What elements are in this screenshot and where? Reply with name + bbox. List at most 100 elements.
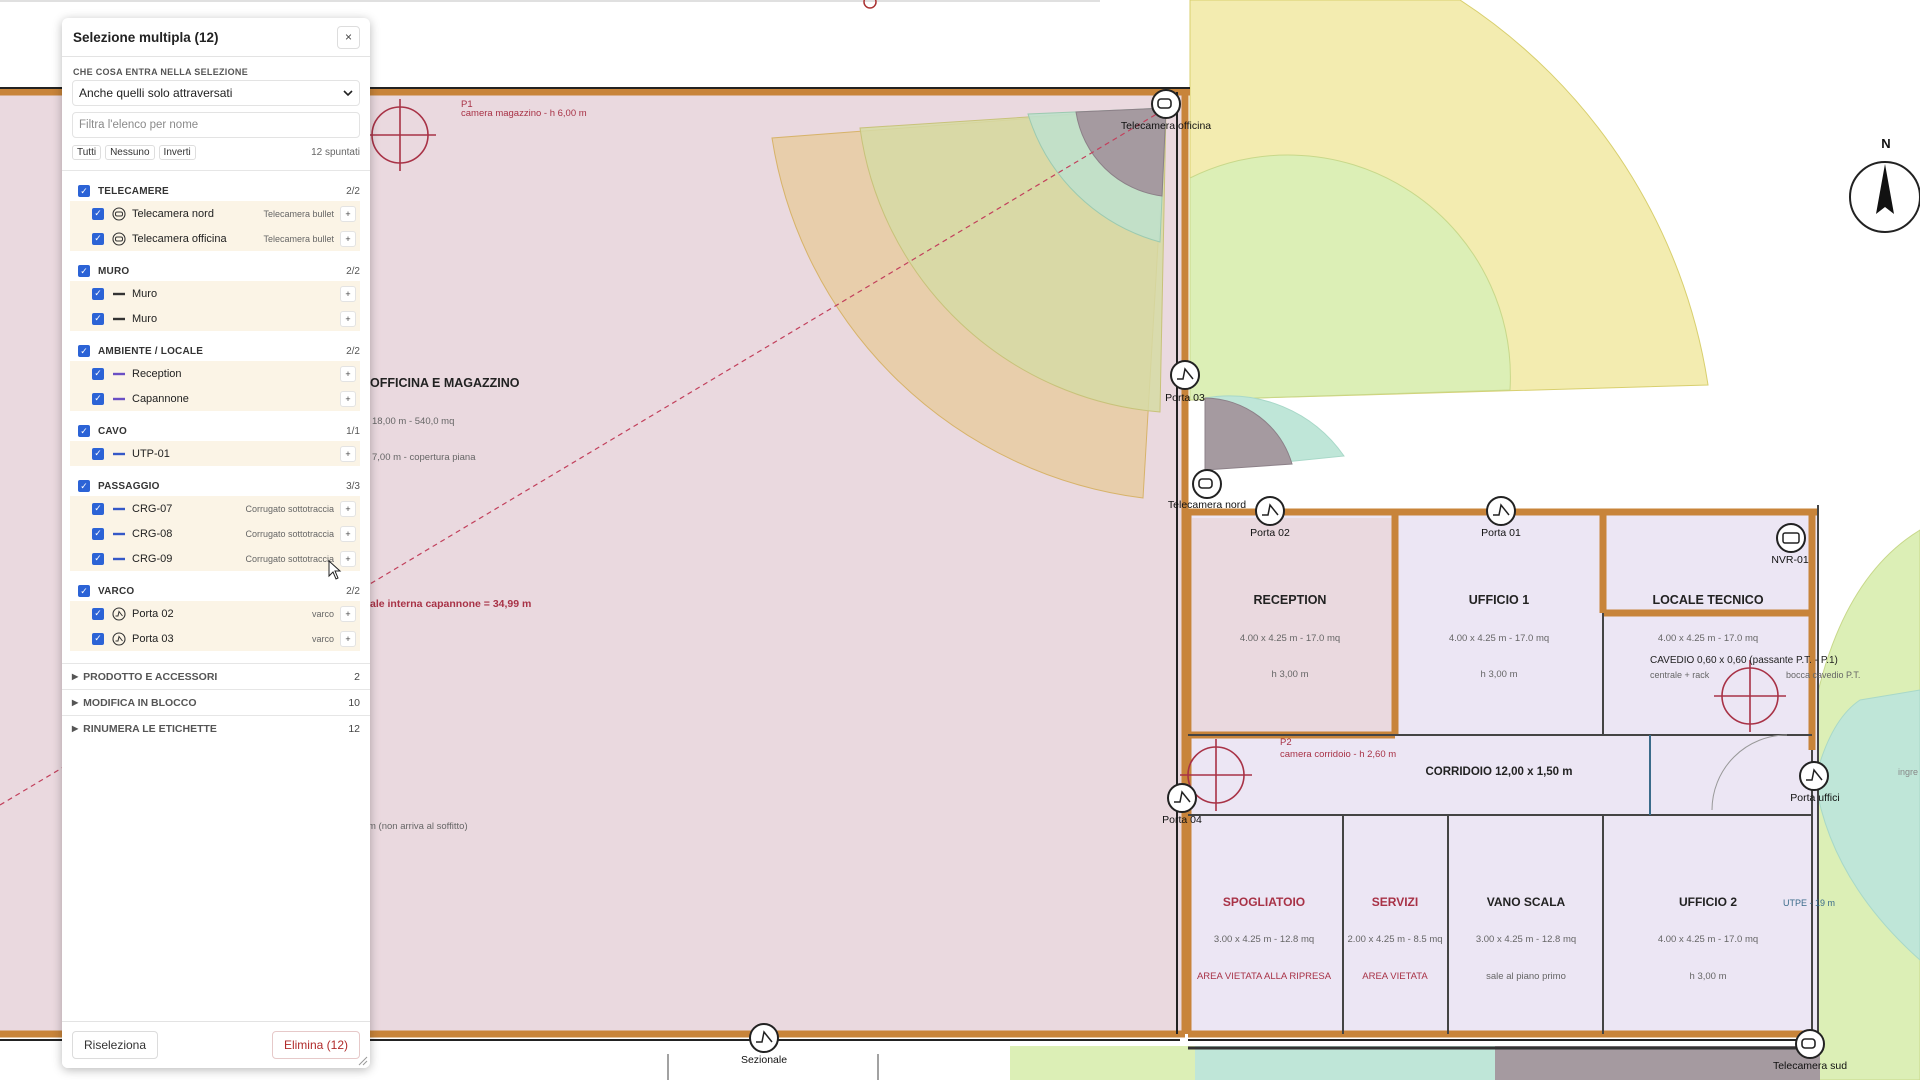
item-action-button[interactable]: + bbox=[340, 445, 356, 462]
list-item[interactable]: ✓ CRG-08 Corrugato sottotraccia + bbox=[70, 521, 360, 546]
group-checkbox[interactable]: ✓ bbox=[78, 345, 90, 357]
section-modifica-in-blocco[interactable]: ▶ MODIFICA IN BLOCCO 10 bbox=[62, 689, 370, 715]
item-checkbox[interactable]: ✓ bbox=[92, 632, 104, 645]
item-type: varco bbox=[311, 608, 334, 619]
item-action-button[interactable]: + bbox=[340, 285, 356, 302]
expand-triangle-icon: ▶ bbox=[72, 672, 79, 681]
item-checkbox[interactable]: ✓ bbox=[92, 207, 104, 220]
item-checkbox[interactable]: ✓ bbox=[92, 312, 104, 325]
cavedio-sub-label: centrale + rack bbox=[1650, 670, 1710, 680]
room-line-icon bbox=[112, 367, 126, 381]
item-action-button[interactable]: + bbox=[340, 205, 356, 222]
list-item[interactable]: ✓ Muro + bbox=[70, 306, 360, 331]
group-header[interactable]: ✓ TELECAMERE 2/2 bbox=[62, 181, 370, 201]
item-checkbox[interactable]: ✓ bbox=[92, 367, 104, 380]
list-item[interactable]: ✓ Telecamera nord Telecamera bullet + bbox=[70, 201, 360, 226]
item-action-button[interactable]: + bbox=[340, 365, 356, 382]
group-name: TELECAMERE bbox=[98, 185, 169, 197]
camera-corridoio-note: camera corridoio - h 2,60 m bbox=[1280, 749, 1396, 760]
item-checkbox[interactable]: ✓ bbox=[92, 502, 104, 515]
group-checkbox[interactable]: ✓ bbox=[78, 425, 90, 437]
item-action-button[interactable]: + bbox=[340, 605, 356, 622]
list-item[interactable]: ✓ Muro + bbox=[70, 281, 360, 306]
room-dims-locale-tecnico: 4.00 x 4.25 m - 17.0 mq bbox=[1658, 633, 1758, 644]
section-rinumera-le-etichette[interactable]: ▶ RINUMERA LE ETICHETTE 12 bbox=[62, 715, 370, 741]
item-action-button[interactable]: + bbox=[340, 630, 356, 647]
resize-handle-icon[interactable] bbox=[358, 1056, 368, 1066]
item-checkbox[interactable]: ✓ bbox=[92, 392, 104, 405]
room-label-spogliatoio: SPOGLIATOIO bbox=[1223, 895, 1305, 909]
group-header[interactable]: ✓ AMBIENTE / LOCALE 2/2 bbox=[62, 341, 370, 361]
list-item[interactable]: ✓ Porta 02 varco + bbox=[70, 601, 360, 626]
filter-input[interactable]: Filtra l'elenco per nome bbox=[72, 112, 360, 138]
room-line-icon bbox=[112, 392, 126, 406]
group-checkbox[interactable]: ✓ bbox=[78, 185, 90, 197]
item-label: Capannone bbox=[132, 392, 189, 405]
cavedio-side-label: bocca cavedio P.T. bbox=[1786, 670, 1860, 680]
conduit-line-icon bbox=[112, 552, 126, 566]
item-checkbox[interactable]: ✓ bbox=[92, 232, 104, 245]
item-type: Telecamera bullet bbox=[263, 233, 334, 244]
item-action-button[interactable]: + bbox=[340, 310, 356, 327]
group-header[interactable]: ✓ MURO 2/2 bbox=[62, 261, 370, 281]
group-header[interactable]: ✓ PASSAGGIO 3/3 bbox=[62, 476, 370, 496]
item-label: Porta 02 bbox=[132, 607, 174, 620]
item-action-button[interactable]: + bbox=[340, 550, 356, 567]
panel-footer: Riseleziona Elimina (12) bbox=[62, 1021, 370, 1068]
section-label: MODIFICA IN BLOCCO bbox=[83, 696, 197, 709]
reselect-button[interactable]: Riseleziona bbox=[72, 1031, 159, 1059]
list-item[interactable]: ✓ UTP-01 + bbox=[70, 441, 360, 466]
group-checkbox[interactable]: ✓ bbox=[78, 265, 90, 277]
room-label-ufficio1: UFFICIO 1 bbox=[1469, 593, 1529, 607]
section-prodotto-e-accessori[interactable]: ▶ PRODOTTO E ACCESSORI 2 bbox=[62, 663, 370, 689]
item-label: CRG-08 bbox=[132, 527, 173, 540]
group-varco: ✓ VARCO 2/2 ✓ Porta 02 varco + ✓ Porta 03 varco + bbox=[62, 581, 370, 651]
conduit-line-icon bbox=[112, 502, 126, 516]
room-note-ufficio1: h 3,00 m bbox=[1481, 669, 1518, 680]
item-checkbox[interactable]: ✓ bbox=[92, 607, 104, 620]
list-item[interactable]: ✓ Telecamera officina Telecamera bullet + bbox=[70, 226, 360, 251]
door-porta-uffici-label: Porta uffici bbox=[1790, 792, 1839, 804]
select-all-button[interactable]: Tutti bbox=[72, 145, 102, 160]
room-label-vano-scala: VANO SCALA bbox=[1487, 895, 1566, 909]
section-label: PRODOTTO E ACCESSORI bbox=[83, 670, 218, 683]
item-label: Telecamera officina bbox=[132, 232, 227, 245]
room-note-ufficio2: h 3,00 m bbox=[1690, 971, 1727, 982]
group-name: CAVO bbox=[98, 425, 127, 437]
item-action-button[interactable]: + bbox=[340, 525, 356, 542]
list-item[interactable]: ✓ Capannone + bbox=[70, 386, 360, 411]
item-checkbox[interactable]: ✓ bbox=[92, 527, 104, 540]
close-button[interactable]: × bbox=[337, 25, 360, 49]
select-none-button[interactable]: Nessuno bbox=[105, 145, 155, 160]
room-note-spogliatoio: AREA VIETATA ALLA RIPRESA bbox=[1197, 971, 1332, 982]
item-checkbox[interactable]: ✓ bbox=[92, 447, 104, 460]
list-item[interactable]: ✓ Porta 03 varco + bbox=[70, 626, 360, 651]
room-dims-reception: 4.00 x 4.25 m - 17.0 mq bbox=[1240, 633, 1340, 644]
list-item[interactable]: ✓ Reception + bbox=[70, 361, 360, 386]
item-label: Telecamera nord bbox=[132, 207, 214, 220]
item-checkbox[interactable]: ✓ bbox=[92, 552, 104, 565]
room-label-servizi: SERVIZI bbox=[1372, 895, 1418, 909]
group-count: 2/2 bbox=[346, 585, 360, 597]
door-icon bbox=[112, 631, 126, 646]
list-item[interactable]: ✓ CRG-09 Corrugato sottotraccia + bbox=[70, 546, 360, 571]
item-checkbox[interactable]: ✓ bbox=[92, 287, 104, 300]
camera-officina-label: Telecamera officina bbox=[1121, 120, 1211, 132]
delete-button[interactable]: Elimina (12) bbox=[271, 1031, 360, 1059]
camera-magazzino-note: camera magazzino - h 6,00 m bbox=[461, 108, 587, 119]
group-checkbox[interactable]: ✓ bbox=[78, 585, 90, 597]
selection-mode-select[interactable]: Anche quelli solo attraversati bbox=[72, 80, 360, 106]
item-action-button[interactable]: + bbox=[340, 500, 356, 517]
item-action-button[interactable]: + bbox=[340, 230, 356, 247]
selection-button-row: Tutti Nessuno Inverti 12 spuntati bbox=[72, 145, 360, 160]
room-dims-spogliatoio: 3.00 x 4.25 m - 12.8 mq bbox=[1214, 934, 1314, 945]
group-header[interactable]: ✓ VARCO 2/2 bbox=[62, 581, 370, 601]
invert-selection-button[interactable]: Inverti bbox=[158, 145, 196, 160]
group-header[interactable]: ✓ CAVO 1/1 bbox=[62, 421, 370, 441]
group-checkbox[interactable]: ✓ bbox=[78, 480, 90, 492]
list-item[interactable]: ✓ CRG-07 Corrugato sottotraccia + bbox=[70, 496, 360, 521]
room-label-corridoio: CORRIDOIO 12,00 x 1,50 m bbox=[1425, 766, 1572, 778]
wall-note-label: m (non arriva al soffitto) bbox=[368, 821, 468, 832]
item-action-button[interactable]: + bbox=[340, 390, 356, 407]
door-sezionale-label: Sezionale bbox=[741, 1054, 787, 1066]
